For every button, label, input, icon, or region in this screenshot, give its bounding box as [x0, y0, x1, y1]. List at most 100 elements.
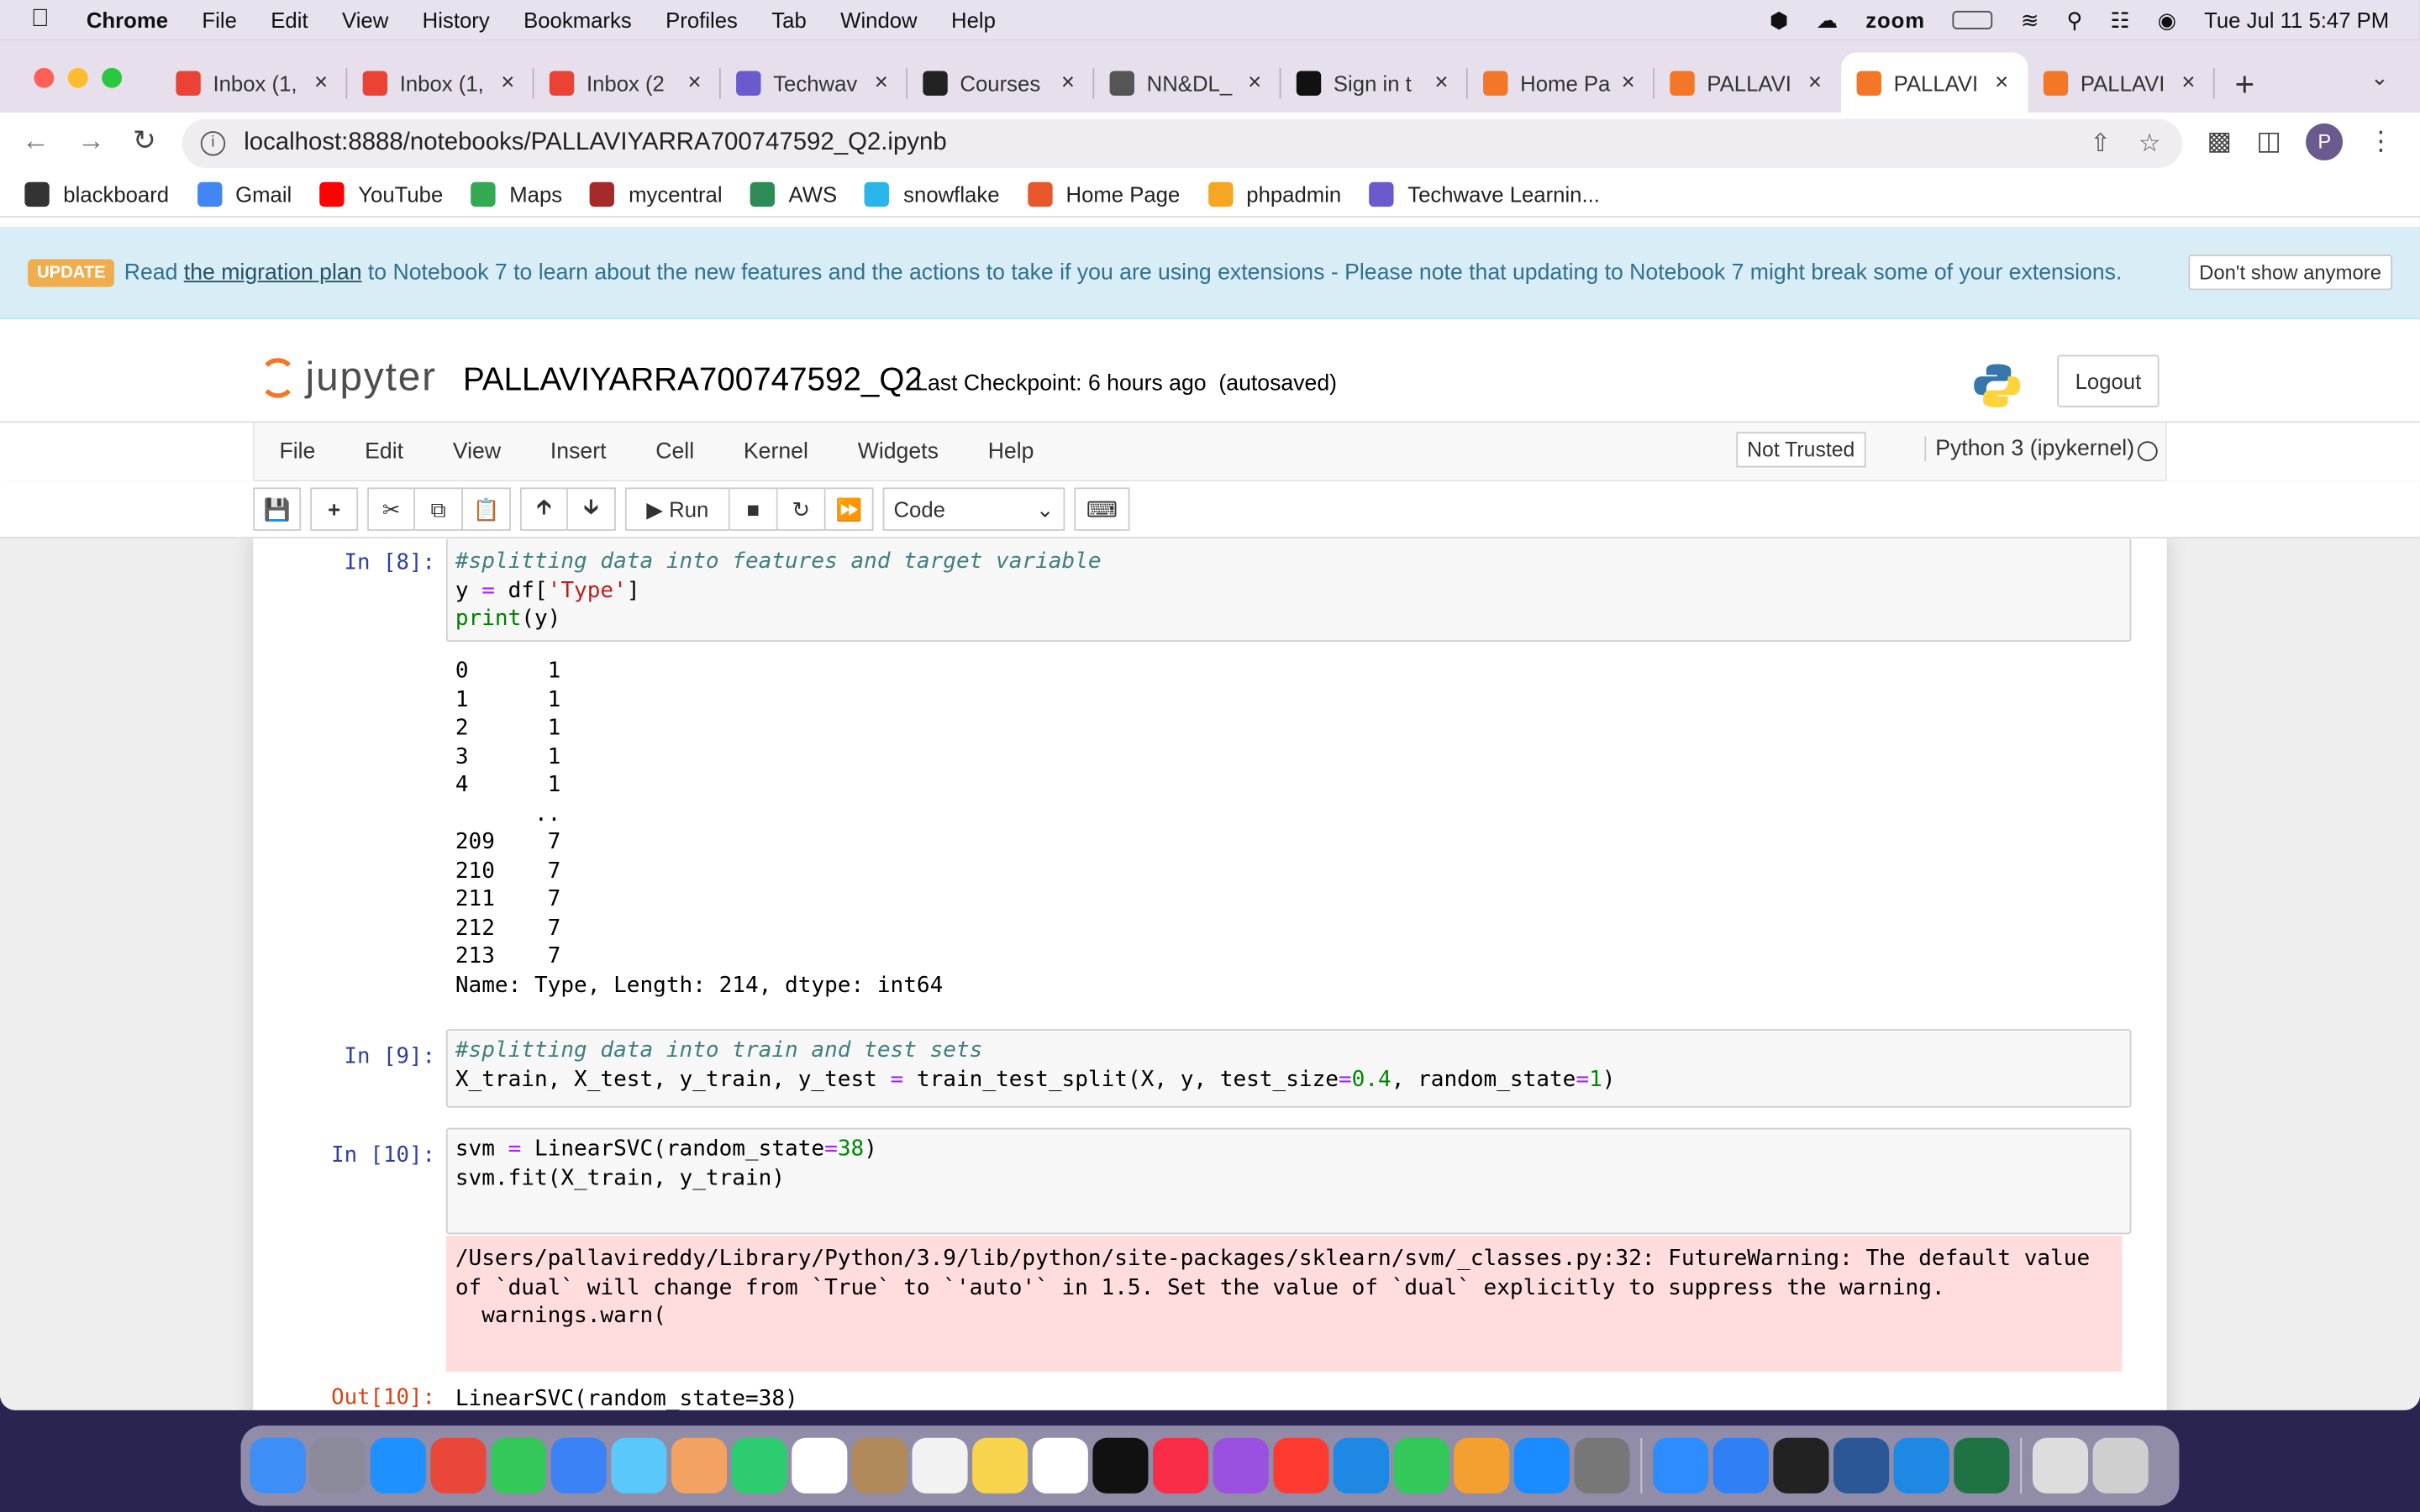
nb-menu-edit[interactable]: Edit	[340, 439, 429, 464]
dock-app-messages-icon[interactable]	[491, 1437, 547, 1494]
dock-app-system-settings-icon[interactable]	[1574, 1437, 1630, 1494]
tab-8[interactable]: PALLAVI ×	[1655, 52, 1841, 113]
tab-9[interactable]: PALLAVI ×	[1841, 52, 2028, 113]
bookmark-item[interactable]: mycentral	[590, 181, 723, 207]
cell-type-select[interactable]: Code ⌄	[882, 487, 1065, 531]
dock-app-tv-icon[interactable]	[1092, 1437, 1149, 1494]
tab-4[interactable]: Courses ×	[908, 52, 1095, 113]
url-text[interactable]: localhost:8888/notebooks/PALLAVIYARRA700…	[244, 129, 947, 157]
insert-cell-plus-icon[interactable]: +	[310, 487, 359, 531]
nb-menu-view[interactable]: View	[428, 439, 525, 464]
menu-window[interactable]: Window	[840, 8, 917, 32]
bookmark-item[interactable]: Home Page	[1027, 181, 1180, 207]
dock-app-contacts-icon[interactable]	[851, 1437, 908, 1494]
forward-arrow-icon[interactable]: →	[77, 125, 105, 158]
menu-file[interactable]: File	[202, 8, 236, 32]
dock-app-vs-code-icon[interactable]	[1893, 1437, 1949, 1494]
copy-icon[interactable]: ⧉	[415, 487, 464, 531]
extensions-puzzle-icon[interactable]: ▩	[2207, 127, 2232, 158]
tab-5[interactable]: NN&DL_ ×	[1094, 52, 1281, 113]
tab-close-icon[interactable]: ×	[1057, 70, 1079, 96]
bookmark-item[interactable]: Techwave Learnin...	[1369, 181, 1600, 207]
tab-3[interactable]: Techwav ×	[721, 52, 908, 113]
dock-app-freeform-icon[interactable]	[1032, 1437, 1088, 1494]
battery-icon[interactable]	[1953, 10, 1993, 29]
tab-7[interactable]: Home Pa ×	[1468, 52, 1655, 113]
keyboard-icon[interactable]: ⌨	[1074, 487, 1130, 531]
cell-9-input[interactable]: #splitting data into train and test sets…	[445, 1029, 2132, 1108]
tab-0[interactable]: Inbox (1, ×	[160, 52, 348, 113]
dock-app-trash-icon[interactable]	[2092, 1437, 2149, 1494]
tab-close-icon[interactable]: ×	[1991, 70, 2012, 96]
bookmark-item[interactable]: AWS	[750, 181, 837, 207]
chevron-down-icon[interactable]: ⌄	[2370, 65, 2389, 91]
dock-app-keynote-icon[interactable]	[1333, 1437, 1390, 1494]
move-down-arrow-icon[interactable]: 🡳	[567, 487, 616, 531]
dock-app-finder-icon[interactable]	[250, 1437, 306, 1494]
dock-app-chrome-icon[interactable]	[430, 1437, 487, 1494]
dock-app-music-icon[interactable]	[1153, 1437, 1209, 1494]
close-window-button[interactable]	[34, 67, 55, 88]
cell-8-input[interactable]: #splitting data into features and target…	[445, 538, 2132, 643]
new-tab-icon[interactable]: +	[2235, 65, 2255, 105]
menu-help[interactable]: Help	[951, 8, 996, 32]
dock-app-podcasts-icon[interactable]	[1213, 1437, 1269, 1494]
dock-app-photos-icon[interactable]	[671, 1437, 728, 1494]
bookmark-item[interactable]: YouTube	[319, 181, 443, 207]
zoom-status-icon[interactable]: zoom	[1865, 8, 1925, 32]
dock-app-word-icon[interactable]	[1833, 1437, 1890, 1494]
bookmark-item[interactable]: phpadmin	[1207, 181, 1341, 207]
dock-app-zoom-icon[interactable]	[1653, 1437, 1709, 1494]
minimize-window-button[interactable]	[67, 67, 88, 88]
jupyter-logo[interactable]: jupyter	[259, 354, 437, 402]
menu-tab[interactable]: Tab	[771, 8, 806, 32]
not-trusted-button[interactable]: Not Trusted	[1736, 432, 1866, 468]
nb-menu-widgets[interactable]: Widgets	[833, 439, 963, 464]
bookmark-item[interactable]: snowflake	[865, 181, 1000, 207]
tab-10[interactable]: PALLAVI ×	[2028, 52, 2215, 113]
tab-close-icon[interactable]: ×	[871, 70, 892, 96]
bookmark-item[interactable]: Gmail	[197, 181, 292, 207]
move-up-arrow-icon[interactable]: 🡱	[519, 487, 568, 531]
tab-close-icon[interactable]: ×	[1431, 70, 1453, 96]
bookmark-item[interactable]: Maps	[471, 181, 562, 207]
nb-menu-insert[interactable]: Insert	[525, 439, 630, 464]
dock-app-calendar-icon[interactable]	[792, 1437, 848, 1494]
dock-app-mail-icon[interactable]	[550, 1437, 607, 1494]
dock-app-pages-icon[interactable]	[1454, 1437, 1510, 1494]
creative-cloud-icon[interactable]: ☁	[1816, 7, 1838, 33]
nb-menu-file[interactable]: File	[255, 439, 340, 464]
dock-app-documents-icon[interactable]	[2032, 1437, 2089, 1494]
tab-6[interactable]: Sign in t ×	[1281, 52, 1468, 113]
site-info-icon[interactable]: i	[200, 131, 226, 156]
dock-app-maps-icon[interactable]	[611, 1437, 667, 1494]
restart-icon[interactable]: ↻	[777, 487, 826, 531]
siri-icon[interactable]: ◉	[2158, 7, 2176, 33]
tab-2[interactable]: Inbox (2 ×	[534, 52, 721, 113]
dock-app-facetime-icon[interactable]	[731, 1437, 787, 1494]
menu-app-name[interactable]: Chrome	[87, 8, 168, 32]
menu-view[interactable]: View	[342, 8, 388, 32]
menu-history[interactable]: History	[423, 8, 490, 32]
dock-app-terminal-icon[interactable]	[1773, 1437, 1829, 1494]
bookmark-star-icon[interactable]: ☆	[2139, 128, 2160, 159]
nb-menu-help[interactable]: Help	[963, 439, 1059, 464]
dock-app-safari-icon[interactable]	[370, 1437, 426, 1494]
cut-icon[interactable]: ✂	[367, 487, 416, 531]
tab-close-icon[interactable]: ×	[2178, 70, 2200, 96]
reload-icon[interactable]: ↻	[133, 125, 156, 158]
stop-icon[interactable]: ■	[729, 487, 778, 531]
tab-close-icon[interactable]: ×	[497, 70, 518, 96]
zoom-window-button[interactable]	[102, 67, 123, 88]
menu-edit[interactable]: Edit	[271, 8, 308, 32]
wifi-icon[interactable]: ≋	[2021, 7, 2039, 33]
tab-1[interactable]: Inbox (1, ×	[347, 52, 534, 113]
dock-app-reminders-icon[interactable]	[912, 1437, 968, 1494]
migration-plan-link[interactable]: the migration plan	[184, 260, 362, 284]
save-icon[interactable]: 💾	[253, 487, 302, 531]
menu-bookmarks[interactable]: Bookmarks	[523, 8, 632, 32]
dock-app-app-store-icon[interactable]	[1513, 1437, 1570, 1494]
apple-icon[interactable]: 	[31, 7, 55, 32]
dropbox-icon[interactable]: ⬢	[1770, 7, 1788, 33]
clock[interactable]: Tue Jul 11 5:47 PM	[2204, 8, 2389, 32]
